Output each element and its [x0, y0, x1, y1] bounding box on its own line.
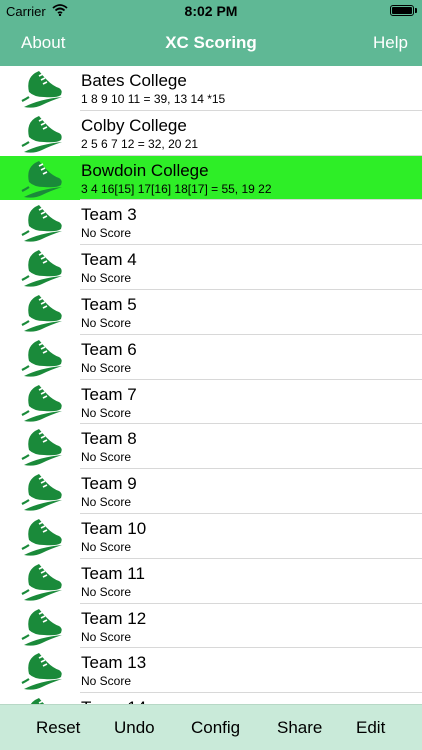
running-shoe-icon	[20, 470, 64, 513]
team-score: No Score	[81, 629, 132, 644]
team-name: Team 3	[81, 205, 137, 225]
team-name: Team 10	[81, 518, 147, 538]
clock: 8:02 PM	[184, 3, 238, 19]
undo-button[interactable]: Undo	[114, 718, 155, 738]
running-shoe-icon	[20, 694, 64, 704]
battery-icon	[390, 5, 414, 16]
running-shoe-icon	[20, 157, 64, 200]
team-name: Team 5	[81, 294, 137, 314]
team-row[interactable]: Colby College 2 5 6 7 12 = 32, 20 21	[0, 111, 422, 156]
team-score: No Score	[81, 360, 132, 375]
running-shoe-icon	[20, 605, 64, 648]
team-name: Team 11	[81, 563, 145, 583]
team-name: Team 8	[81, 429, 137, 449]
help-button[interactable]: Help	[373, 33, 408, 53]
running-shoe-icon	[20, 291, 64, 334]
team-row[interactable]: Team 14	[0, 693, 422, 704]
team-score: 3 4 16[15] 17[16] 18[17] = 55, 19 22	[81, 181, 272, 196]
running-shoe-icon	[20, 201, 64, 244]
team-name: Team 9	[81, 474, 137, 494]
team-score: 2 5 6 7 12 = 32, 20 21	[81, 136, 199, 151]
team-row[interactable]: Team 5 No Score	[0, 290, 422, 335]
team-name: Team 4	[81, 250, 137, 270]
team-score: No Score	[81, 495, 132, 510]
running-shoe-icon	[20, 112, 64, 155]
status-bar: Carrier 8:02 PM	[0, 0, 422, 22]
battery-tip	[415, 8, 417, 13]
team-score: No Score	[81, 271, 132, 286]
running-shoe-icon	[20, 515, 64, 558]
team-score: No Score	[81, 584, 132, 599]
team-row[interactable]: Team 8 No Score	[0, 424, 422, 470]
team-score: No Score	[81, 405, 132, 420]
team-row[interactable]: Team 4 No Score	[0, 245, 422, 290]
navigation-bar: XC Scoring About Help	[0, 22, 422, 66]
running-shoe-icon	[20, 67, 64, 110]
running-shoe-icon	[20, 560, 64, 603]
running-shoe-icon	[20, 425, 64, 468]
running-shoe-icon	[20, 336, 64, 379]
team-score: No Score	[81, 674, 132, 689]
config-button[interactable]: Config	[191, 718, 240, 738]
team-name: Bowdoin College	[81, 160, 209, 180]
edit-button[interactable]: Edit	[356, 718, 385, 738]
team-score: No Score	[81, 226, 132, 241]
team-score: No Score	[81, 450, 132, 465]
team-name: Team 12	[81, 608, 147, 628]
team-score: No Score	[81, 315, 132, 330]
team-row[interactable]: Team 12 No Score	[0, 604, 422, 649]
running-shoe-icon	[20, 246, 64, 289]
team-row[interactable]: Team 7 No Score	[0, 380, 422, 425]
share-button[interactable]: Share	[277, 718, 322, 738]
team-name: Team 7	[81, 384, 137, 404]
team-row[interactable]: Team 3 No Score	[0, 200, 422, 246]
team-name: Bates College	[81, 71, 187, 90]
team-row[interactable]: Team 9 No Score	[0, 469, 422, 514]
team-row[interactable]: Team 6 No Score	[0, 335, 422, 380]
running-shoe-icon	[20, 381, 64, 424]
team-row[interactable]: Team 11 No Score	[0, 559, 422, 604]
about-button[interactable]: About	[21, 33, 65, 53]
team-row[interactable]: Bates College 1 8 9 10 11 = 39, 13 14 *15	[0, 66, 422, 111]
team-name: Team 6	[81, 339, 137, 359]
team-score: 1 8 9 10 11 = 39, 13 14 *15	[81, 92, 226, 106]
team-name: Colby College	[81, 115, 187, 135]
team-name: Team 13	[81, 653, 147, 673]
team-list[interactable]: Bates College 1 8 9 10 11 = 39, 13 14 *15…	[0, 66, 422, 704]
team-row[interactable]: Team 10 No Score	[0, 514, 422, 559]
running-shoe-icon	[20, 649, 64, 692]
reset-button[interactable]: Reset	[36, 718, 80, 738]
team-row[interactable]: Team 13 No Score	[0, 648, 422, 694]
team-row[interactable]: Bowdoin College 3 4 16[15] 17[16] 18[17] …	[0, 155, 422, 201]
bottom-toolbar: Reset Undo Config Share Edit	[0, 704, 422, 750]
team-score: No Score	[81, 539, 132, 554]
